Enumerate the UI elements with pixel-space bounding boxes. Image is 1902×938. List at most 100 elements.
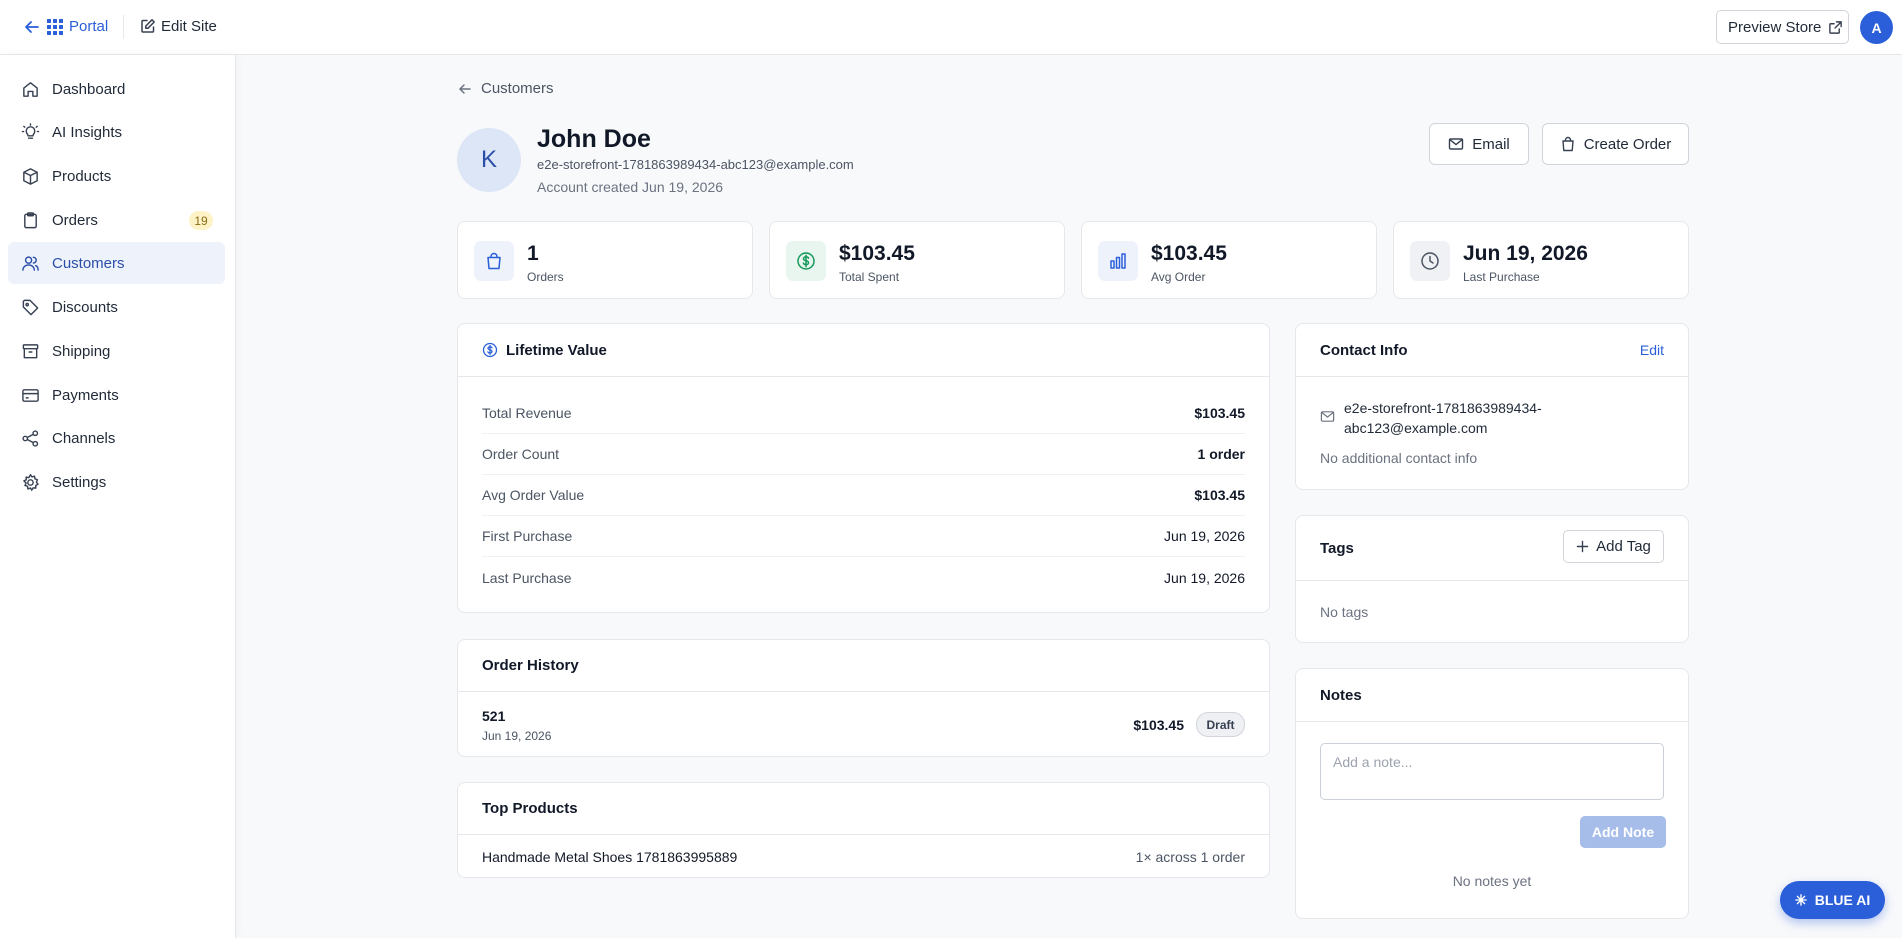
bar-chart-icon — [1098, 241, 1138, 281]
sidebar-item-label: Dashboard — [52, 80, 126, 98]
order-history-card: Order History 521 Jun 19, 2026 $103.45 D… — [457, 639, 1270, 757]
lv-label: Order Count — [482, 446, 560, 462]
notes-card: Notes Add Note No notes yet — [1295, 668, 1689, 919]
stat-avg-order: $103.45 Avg Order — [1081, 221, 1377, 299]
sidebar-item-label: Shipping — [52, 342, 111, 360]
card-header: Lifetime Value — [458, 324, 1269, 377]
contact-email-line: e2e-storefront-1781863989434- — [1344, 400, 1542, 416]
top-products-card: Top Products Handmade Metal Shoes 178186… — [457, 782, 1270, 878]
home-icon — [21, 80, 40, 99]
sparkle-icon — [1794, 894, 1807, 906]
sidebar: Dashboard AI Insights Products Orders 19… — [0, 55, 236, 938]
stat-value: Jun 19, 2026 — [1463, 242, 1588, 265]
sidebar-item-payments[interactable]: Payments — [8, 374, 225, 416]
sidebar-item-ai-insights[interactable]: AI Insights — [8, 111, 225, 153]
tag-icon — [21, 298, 40, 317]
email-button-label: Email — [1472, 135, 1510, 153]
sidebar-item-discounts[interactable]: Discounts — [8, 286, 225, 328]
lightbulb-icon — [21, 122, 40, 142]
sidebar-item-products[interactable]: Products — [8, 155, 225, 197]
customer-avatar: K — [457, 128, 521, 192]
mail-icon — [1320, 409, 1335, 424]
shopping-bag-icon — [474, 241, 514, 281]
edit-contact-link[interactable]: Edit — [1640, 342, 1664, 358]
blue-ai-label: BLUE AI — [1814, 892, 1871, 908]
lv-value: $103.45 — [1194, 405, 1245, 421]
stat-value: 1 — [527, 242, 539, 265]
sidebar-item-orders[interactable]: Orders 19 — [8, 199, 225, 241]
credit-card-icon — [21, 386, 40, 405]
card-header: Contact Info — [1296, 324, 1688, 377]
edit-icon[interactable] — [140, 18, 156, 34]
create-order-label: Create Order — [1583, 135, 1672, 153]
preview-store-button[interactable]: Preview Store — [1716, 10, 1849, 44]
sidebar-item-label: Settings — [52, 473, 107, 491]
order-row[interactable]: 521 Jun 19, 2026 $103.45 Draft — [458, 693, 1269, 757]
customer-name: John Doe — [537, 125, 651, 153]
stat-value: $103.45 — [1151, 242, 1227, 265]
clock-icon — [1410, 241, 1450, 281]
sidebar-item-channels[interactable]: Channels — [8, 417, 225, 459]
lv-row-last-purchase: Last Purchase Jun 19, 2026 — [482, 557, 1245, 598]
product-name: Handmade Metal Shoes 1781863995889 — [482, 849, 738, 865]
back-arrow-icon[interactable] — [22, 17, 42, 37]
shopping-bag-icon — [1560, 136, 1576, 152]
topbar-divider — [123, 15, 124, 39]
sidebar-item-label: Channels — [52, 429, 116, 447]
order-summary: $103.45 Draft — [1133, 712, 1245, 737]
sidebar-item-dashboard[interactable]: Dashboard — [8, 68, 225, 110]
stat-label: Last Purchase — [1463, 270, 1540, 284]
lv-value: $103.45 — [1194, 487, 1245, 503]
stat-label: Orders — [527, 270, 564, 284]
top-bar: Portal Edit Site Preview Store A — [0, 0, 1902, 55]
back-link-label: Customers — [481, 80, 554, 97]
lv-row-first-purchase: First Purchase Jun 19, 2026 — [482, 516, 1245, 557]
add-note-button[interactable]: Add Note — [1580, 816, 1666, 848]
card-header: Notes — [1296, 669, 1688, 722]
contact-info-title: Contact Info — [1320, 341, 1408, 359]
stat-total-spent: $103.45 Total Spent — [769, 221, 1065, 299]
lv-row-total-revenue: Total Revenue $103.45 — [482, 393, 1245, 434]
external-link-icon — [1828, 20, 1843, 35]
lifetime-value-title: Lifetime Value — [506, 341, 607, 359]
card-header: Top Products — [458, 783, 1269, 835]
sidebar-item-shipping[interactable]: Shipping — [8, 330, 225, 372]
status-badge: Draft — [1196, 712, 1245, 737]
grid-icon[interactable] — [46, 18, 64, 36]
add-tag-button[interactable]: Add Tag — [1563, 530, 1664, 563]
contact-email-line: abc123@example.com — [1344, 420, 1488, 436]
create-order-button[interactable]: Create Order — [1542, 123, 1689, 165]
sidebar-item-settings[interactable]: Settings — [8, 461, 225, 503]
sidebar-item-label: Discounts — [52, 298, 118, 316]
lv-value: 1 order — [1197, 446, 1245, 462]
tags-title: Tags — [1320, 539, 1354, 557]
sidebar-item-label: Payments — [52, 386, 119, 404]
note-input[interactable] — [1320, 743, 1664, 800]
order-history-title: Order History — [482, 657, 579, 674]
back-to-customers-link[interactable]: Customers — [457, 80, 554, 97]
blue-ai-button[interactable]: BLUE AI — [1780, 881, 1885, 919]
stat-label: Avg Order — [1151, 270, 1206, 284]
no-contact-info-text: No additional contact info — [1320, 450, 1478, 466]
preview-store-label: Preview Store — [1728, 18, 1822, 36]
stat-value: $103.45 — [839, 242, 915, 265]
box-icon — [21, 167, 40, 186]
list-item: Handmade Metal Shoes 1781863995889 1× ac… — [482, 836, 1245, 878]
sidebar-item-customers[interactable]: Customers — [8, 242, 225, 284]
lv-value: Jun 19, 2026 — [1164, 528, 1245, 544]
user-avatar[interactable]: A — [1860, 11, 1893, 44]
email-button[interactable]: Email — [1429, 123, 1529, 165]
lv-label: First Purchase — [482, 528, 573, 544]
dollar-icon — [786, 241, 826, 281]
lv-value: Jun 19, 2026 — [1164, 569, 1245, 586]
mail-icon — [1448, 136, 1464, 152]
add-tag-label: Add Tag — [1596, 538, 1651, 555]
arrow-left-icon — [457, 81, 473, 97]
sidebar-item-label: Products — [52, 167, 112, 185]
tags-card: Tags Add Tag No tags — [1295, 515, 1689, 643]
stat-label: Total Spent — [839, 270, 900, 284]
portal-link[interactable]: Portal — [69, 18, 108, 36]
edit-site-link[interactable]: Edit Site — [161, 18, 217, 36]
lv-label: Total Revenue — [482, 405, 572, 421]
top-products-title: Top Products — [482, 800, 578, 817]
